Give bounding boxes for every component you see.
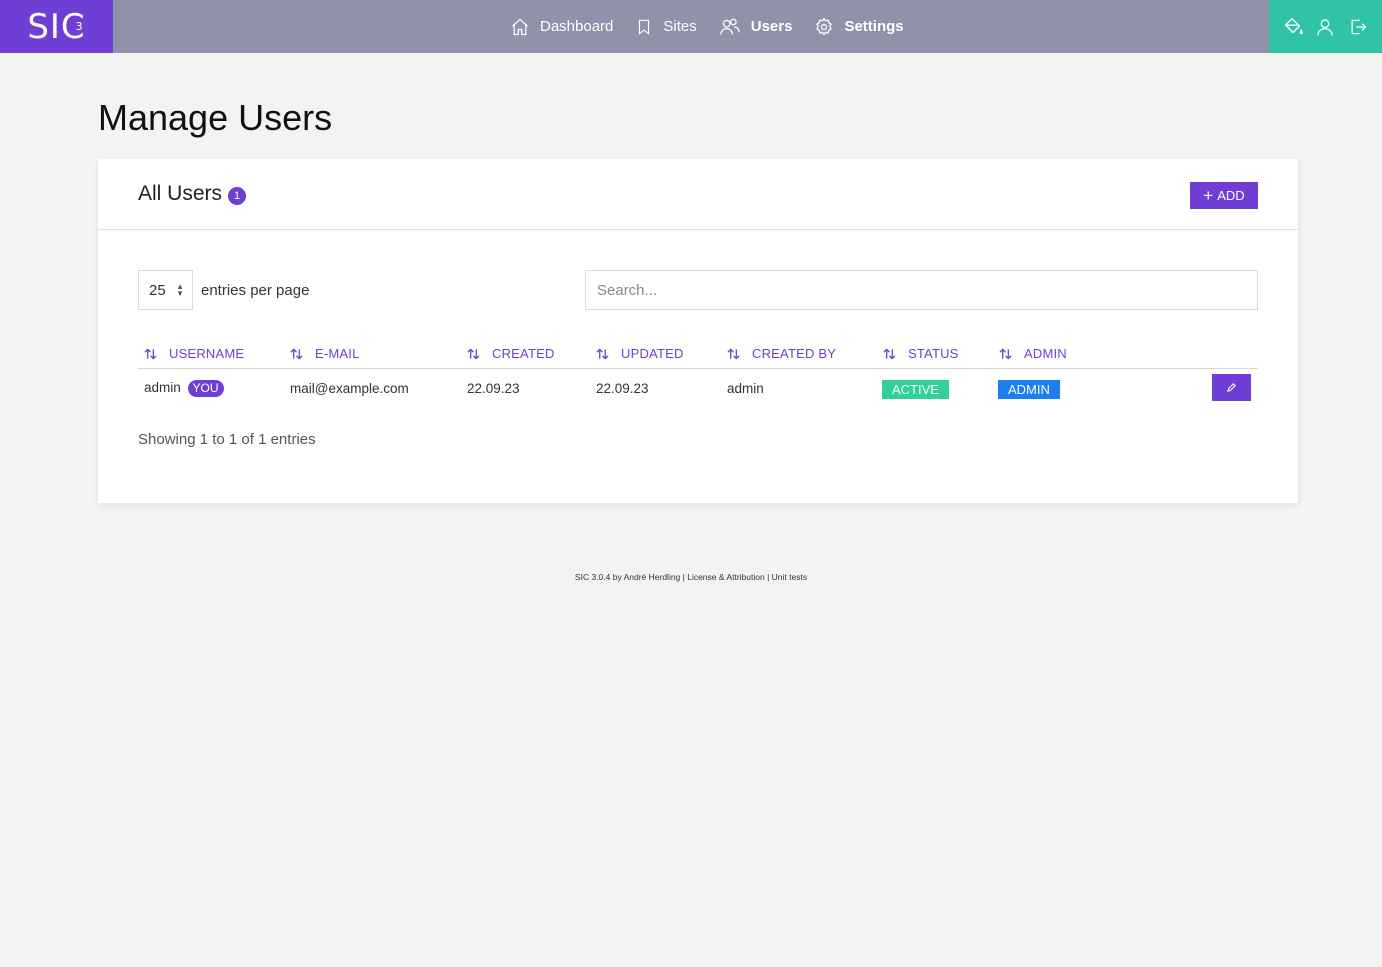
page-title: Manage Users <box>98 97 333 138</box>
users-icon <box>719 18 740 35</box>
sort-icon <box>596 347 609 360</box>
bookmark-icon <box>639 19 650 34</box>
top-navbar: SIC 3 Dashboard Sites Users Settings <box>0 0 1382 53</box>
home-icon <box>512 18 528 35</box>
cell-email: mail@example.com <box>290 381 409 396</box>
card-header: All Users 1 + ADD <box>98 159 1298 230</box>
column-label: UPDATED <box>621 346 684 361</box>
logo-text: SIC 3 <box>27 10 85 44</box>
column-header-username[interactable]: USERNAME <box>144 346 244 361</box>
footer: SIC 3.0.4 by André Herdling | License & … <box>0 572 1382 582</box>
profile-icon <box>1317 18 1334 35</box>
nav-item-sites[interactable]: Sites <box>635 0 697 53</box>
table-info: Showing 1 to 1 of 1 entries <box>138 431 316 448</box>
per-page-label: entries per page <box>201 282 310 299</box>
gear-icon <box>816 17 833 36</box>
select-arrows-icon: ▲ ▼ <box>176 282 184 298</box>
nav-label-sites: Sites <box>663 18 697 35</box>
cell-created: 22.09.23 <box>467 381 520 396</box>
sort-icon <box>999 347 1012 360</box>
per-page-value: 25 <box>149 281 166 299</box>
app-logo[interactable]: SIC 3 <box>0 0 113 53</box>
column-header-status[interactable]: STATUS <box>883 346 959 361</box>
add-user-button[interactable]: + ADD <box>1190 182 1258 209</box>
column-label: E-MAIL <box>315 346 360 361</box>
table-header: USERNAME E-MAIL CREATED UPDATED CREATED … <box>138 343 1258 369</box>
column-header-admin[interactable]: ADMIN <box>999 346 1067 361</box>
card-title-text: All Users <box>138 182 223 205</box>
paint-bucket-icon <box>1285 17 1304 34</box>
column-label: USERNAME <box>169 346 245 361</box>
sort-icon <box>144 347 157 360</box>
main-nav: Dashboard Sites Users Settings <box>510 0 926 53</box>
search-input[interactable] <box>585 270 1258 310</box>
add-button-label: ADD <box>1217 188 1245 203</box>
sort-icon <box>467 347 480 360</box>
column-header-created[interactable]: CREATED <box>467 346 555 361</box>
username-text: admin <box>144 380 181 395</box>
column-header-email[interactable]: E-MAIL <box>290 346 360 361</box>
column-label: CREATED BY <box>752 346 837 361</box>
column-header-created-by[interactable]: CREATED BY <box>727 346 836 361</box>
pencil-icon <box>1226 383 1236 393</box>
user-count-badge: 1 <box>228 186 247 205</box>
logout-icon <box>1351 19 1366 34</box>
nav-label-users: Users <box>750 18 793 35</box>
logout-button[interactable] <box>1346 15 1370 39</box>
nav-item-dashboard[interactable]: Dashboard <box>510 0 613 53</box>
sort-icon <box>883 347 896 360</box>
profile-button[interactable] <box>1313 15 1337 39</box>
edit-user-button[interactable] <box>1212 374 1251 401</box>
admin-badge: ADMIN <box>998 380 1060 399</box>
per-page-select[interactable]: 25 ▲ ▼ <box>138 270 193 310</box>
footer-text: SIC 3.0.4 by André Herdling | License & … <box>574 572 808 582</box>
column-label: CREATED <box>492 346 555 361</box>
cell-username: admin YOU <box>144 380 224 397</box>
column-label: STATUS <box>908 346 959 361</box>
card-title: All Users 1 <box>138 182 247 206</box>
column-header-updated[interactable]: UPDATED <box>596 346 684 361</box>
sort-icon <box>727 347 740 360</box>
sort-icon <box>290 347 303 360</box>
column-label: ADMIN <box>1024 346 1067 361</box>
logo-version-mark: 3 <box>75 19 84 33</box>
you-badge: YOU <box>187 380 224 397</box>
nav-label-settings: Settings <box>844 18 904 35</box>
user-tools <box>1269 0 1382 53</box>
theme-button[interactable] <box>1281 15 1305 39</box>
nav-item-settings[interactable]: Settings <box>814 0 904 53</box>
plus-icon: + <box>1203 186 1214 205</box>
status-badge: ACTIVE <box>882 380 949 399</box>
nav-item-users[interactable]: Users <box>719 0 793 53</box>
cell-created-by: admin <box>727 381 764 396</box>
table-row: admin YOU mail@example.com 22.09.23 22.0… <box>138 370 1258 408</box>
users-card: All Users 1 + ADD 25 ▲ ▼ entries per page… <box>98 159 1298 503</box>
nav-label-dashboard: Dashboard <box>540 18 614 35</box>
cell-updated: 22.09.23 <box>596 381 649 396</box>
